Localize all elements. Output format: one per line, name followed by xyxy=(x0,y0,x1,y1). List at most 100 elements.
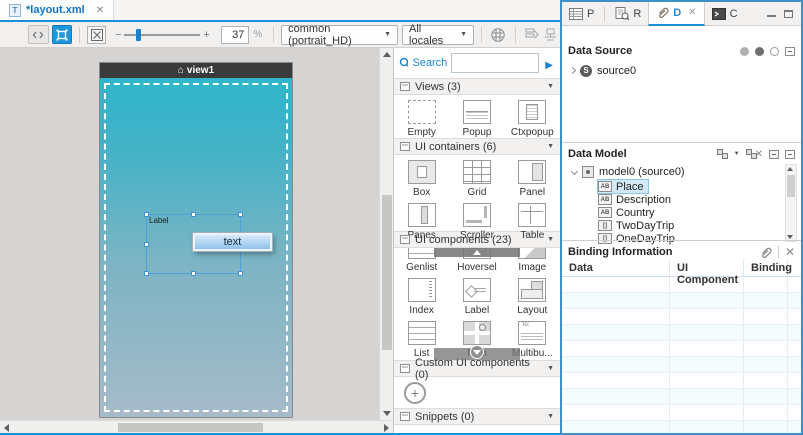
link-binding-icon[interactable] xyxy=(759,246,772,259)
column-header-data[interactable]: Data xyxy=(562,260,670,276)
resize-handle[interactable] xyxy=(191,212,196,217)
zoom-slider-track[interactable] xyxy=(124,34,200,36)
close-icon[interactable]: ✕ xyxy=(688,7,696,18)
scroll-left-icon[interactable] xyxy=(4,424,9,432)
resize-handle[interactable] xyxy=(238,212,243,217)
data-model-field-country[interactable]: AB Country xyxy=(598,206,655,219)
properties-icon xyxy=(569,8,583,20)
data-model-root[interactable]: model0 (source0) xyxy=(572,165,685,178)
column-header-ui-component[interactable]: UI Component xyxy=(670,260,744,276)
expand-all-icon[interactable] xyxy=(769,150,779,159)
edit-source-icon[interactable] xyxy=(755,47,764,56)
scroll-right-icon[interactable] xyxy=(384,424,389,432)
tab-properties[interactable]: P xyxy=(562,2,601,26)
locales-dropdown[interactable]: All locales ▼ xyxy=(402,25,474,45)
scroll-thumb[interactable] xyxy=(787,175,795,197)
view-body[interactable]: Label text xyxy=(100,78,292,417)
scroll-up-icon[interactable] xyxy=(383,52,391,57)
resize-handle[interactable] xyxy=(144,242,149,247)
section-title: Data Model xyxy=(568,148,711,160)
resize-handle[interactable] xyxy=(238,271,243,276)
palette-item-popup[interactable]: Popup xyxy=(449,95,504,138)
data-model-field-place[interactable]: AB Place xyxy=(598,180,648,193)
label-icon xyxy=(463,278,491,302)
scroll-down-icon[interactable] xyxy=(787,235,793,239)
data-model-field-twodaytrip[interactable]: [] TwoDayTrip xyxy=(598,219,674,232)
data-source-item[interactable]: S source0 xyxy=(570,64,636,77)
chevron-down-icon[interactable]: ▼ xyxy=(547,365,554,372)
section-header-components[interactable]: UI components (23) ▼ xyxy=(394,231,560,248)
palette-scroll-up[interactable] xyxy=(434,248,520,257)
image-icon xyxy=(518,248,546,259)
section-header-custom[interactable]: Custom UI components (0) ▼ xyxy=(394,360,560,377)
remove-model-icon[interactable] xyxy=(746,149,757,159)
toolbar-separator xyxy=(79,27,80,43)
section-header-views[interactable]: Views (3) ▼ xyxy=(394,78,560,95)
section-header-containers[interactable]: UI containers (6) ▼ xyxy=(394,138,560,155)
column-header-binding[interactable]: Binding xyxy=(744,260,788,276)
palette-item-index[interactable]: Index xyxy=(394,273,449,316)
palette-item-empty[interactable]: Empty xyxy=(394,95,449,138)
tab-layout-xml[interactable]: T *layout.xml ✕ xyxy=(0,0,114,20)
tab-resource[interactable]: R xyxy=(608,2,648,26)
tab-data-binding[interactable]: D ✕ xyxy=(648,2,704,26)
collapse-all-icon[interactable] xyxy=(785,47,795,56)
design-view-button[interactable] xyxy=(52,25,73,44)
zoom-out-icon[interactable]: − xyxy=(112,29,124,41)
search-input[interactable] xyxy=(451,53,539,73)
zoom-in-icon[interactable]: + xyxy=(200,29,212,41)
layout-icon xyxy=(518,278,546,302)
palette-item-label[interactable]: Label xyxy=(449,273,504,316)
chevron-down-icon[interactable]: ▼ xyxy=(547,236,554,243)
palette-item-grid[interactable]: Grid xyxy=(449,155,504,198)
scroll-down-icon[interactable] xyxy=(383,411,391,416)
vertical-scroll-thumb[interactable] xyxy=(382,195,392,350)
close-icon[interactable]: ✕ xyxy=(96,5,104,16)
section-header-snippets[interactable]: Snippets (0) ▼ xyxy=(394,408,560,425)
tab-console[interactable]: C xyxy=(705,2,745,26)
send-to-device-button[interactable] xyxy=(541,26,560,44)
design-toolbar: − + 37 % common (portrait_HD) ▼ All loca… xyxy=(0,22,560,48)
layout-export-button[interactable] xyxy=(523,26,542,44)
data-model-scrollbar[interactable] xyxy=(785,164,797,242)
scroll-up-icon[interactable] xyxy=(787,167,793,171)
palette-item-panel[interactable]: Panel xyxy=(505,155,560,198)
minimize-icon[interactable] xyxy=(767,10,776,17)
resize-handle[interactable] xyxy=(144,271,149,276)
delete-binding-icon[interactable]: ✕ xyxy=(785,245,795,259)
chevron-down-icon[interactable]: ▼ xyxy=(547,413,554,420)
data-model-field-description[interactable]: AB Description xyxy=(598,193,671,206)
palette-scroll-down[interactable] xyxy=(434,348,520,360)
grid-preview-button[interactable] xyxy=(489,26,508,44)
add-source-icon[interactable] xyxy=(740,47,749,56)
canvas-vertical-scrollbar[interactable] xyxy=(379,48,393,420)
canvas-horizontal-scrollbar[interactable] xyxy=(0,420,393,433)
configuration-dropdown[interactable]: common (portrait_HD) ▼ xyxy=(281,25,398,45)
zoom-slider-thumb[interactable] xyxy=(136,29,141,41)
zoom-slider[interactable]: − + xyxy=(112,29,213,41)
chevron-down-icon[interactable]: ▼ xyxy=(547,83,554,90)
chevron-down-icon[interactable]: ▼ xyxy=(734,151,740,157)
right-panel-tabbar: P R D ✕ C xyxy=(562,2,801,26)
chevron-down-icon[interactable]: ▼ xyxy=(547,143,554,150)
fit-to-screen-button[interactable] xyxy=(87,26,106,44)
remove-source-icon[interactable] xyxy=(770,47,779,56)
search-run-button[interactable]: ▶ xyxy=(543,56,555,71)
palette-item-box[interactable]: Box xyxy=(394,155,449,198)
horizontal-scroll-thumb[interactable] xyxy=(118,423,263,432)
source-view-button[interactable] xyxy=(28,25,49,44)
resize-handle[interactable] xyxy=(191,271,196,276)
design-canvas[interactable]: ⌂ view1 Label xyxy=(0,48,379,420)
add-model-icon[interactable] xyxy=(717,149,728,159)
palette-item-layout[interactable]: Layout xyxy=(505,273,560,316)
collapse-all-icon[interactable] xyxy=(785,150,795,159)
add-custom-component-button[interactable]: + xyxy=(404,382,426,404)
zoom-value-input[interactable]: 37 xyxy=(221,26,249,44)
resize-handle[interactable] xyxy=(144,212,149,217)
expander-icon[interactable] xyxy=(571,168,578,175)
maximize-icon[interactable] xyxy=(784,10,793,18)
expander-icon[interactable] xyxy=(569,67,576,74)
header-separator xyxy=(778,246,779,258)
palette-item-ctxpopup[interactable]: Ctxpopup xyxy=(505,95,560,138)
dragged-button-widget[interactable]: text xyxy=(193,233,272,251)
